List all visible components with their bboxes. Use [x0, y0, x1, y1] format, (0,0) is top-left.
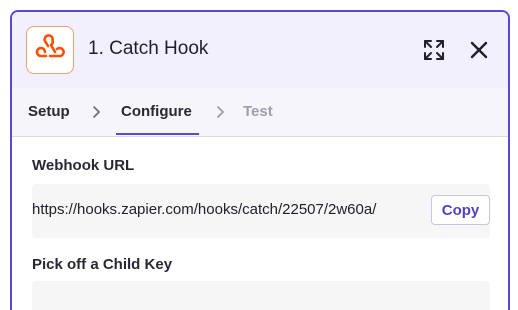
step-tabs: Setup Configure Test [12, 88, 508, 137]
close-icon[interactable] [469, 40, 489, 60]
expand-icon[interactable] [423, 39, 445, 61]
step-header: 1. Catch Hook [12, 12, 508, 88]
step-title: 1. Catch Hook [88, 38, 209, 59]
webhook-url-label: Webhook URL [32, 157, 135, 174]
webhook-icon [35, 34, 65, 58]
chevron-right-icon [93, 106, 100, 118]
chevron-right-icon [217, 106, 224, 118]
tab-configure[interactable]: Configure [121, 103, 192, 120]
webhook-app-icon [26, 26, 74, 74]
webhook-url-value[interactable]: https://hooks.zapier.com/hooks/catch/225… [32, 201, 376, 218]
child-key-input[interactable] [32, 281, 490, 310]
step-panel: 1. Catch Hook Setup Configure Test Webho… [10, 10, 510, 310]
tab-test[interactable]: Test [243, 103, 273, 120]
copy-button[interactable]: Copy [431, 195, 490, 225]
child-key-label: Pick off a Child Key [32, 256, 173, 273]
tab-setup[interactable]: Setup [28, 103, 70, 120]
webhook-url-field: https://hooks.zapier.com/hooks/catch/225… [32, 184, 490, 238]
active-tab-indicator [116, 133, 199, 135]
